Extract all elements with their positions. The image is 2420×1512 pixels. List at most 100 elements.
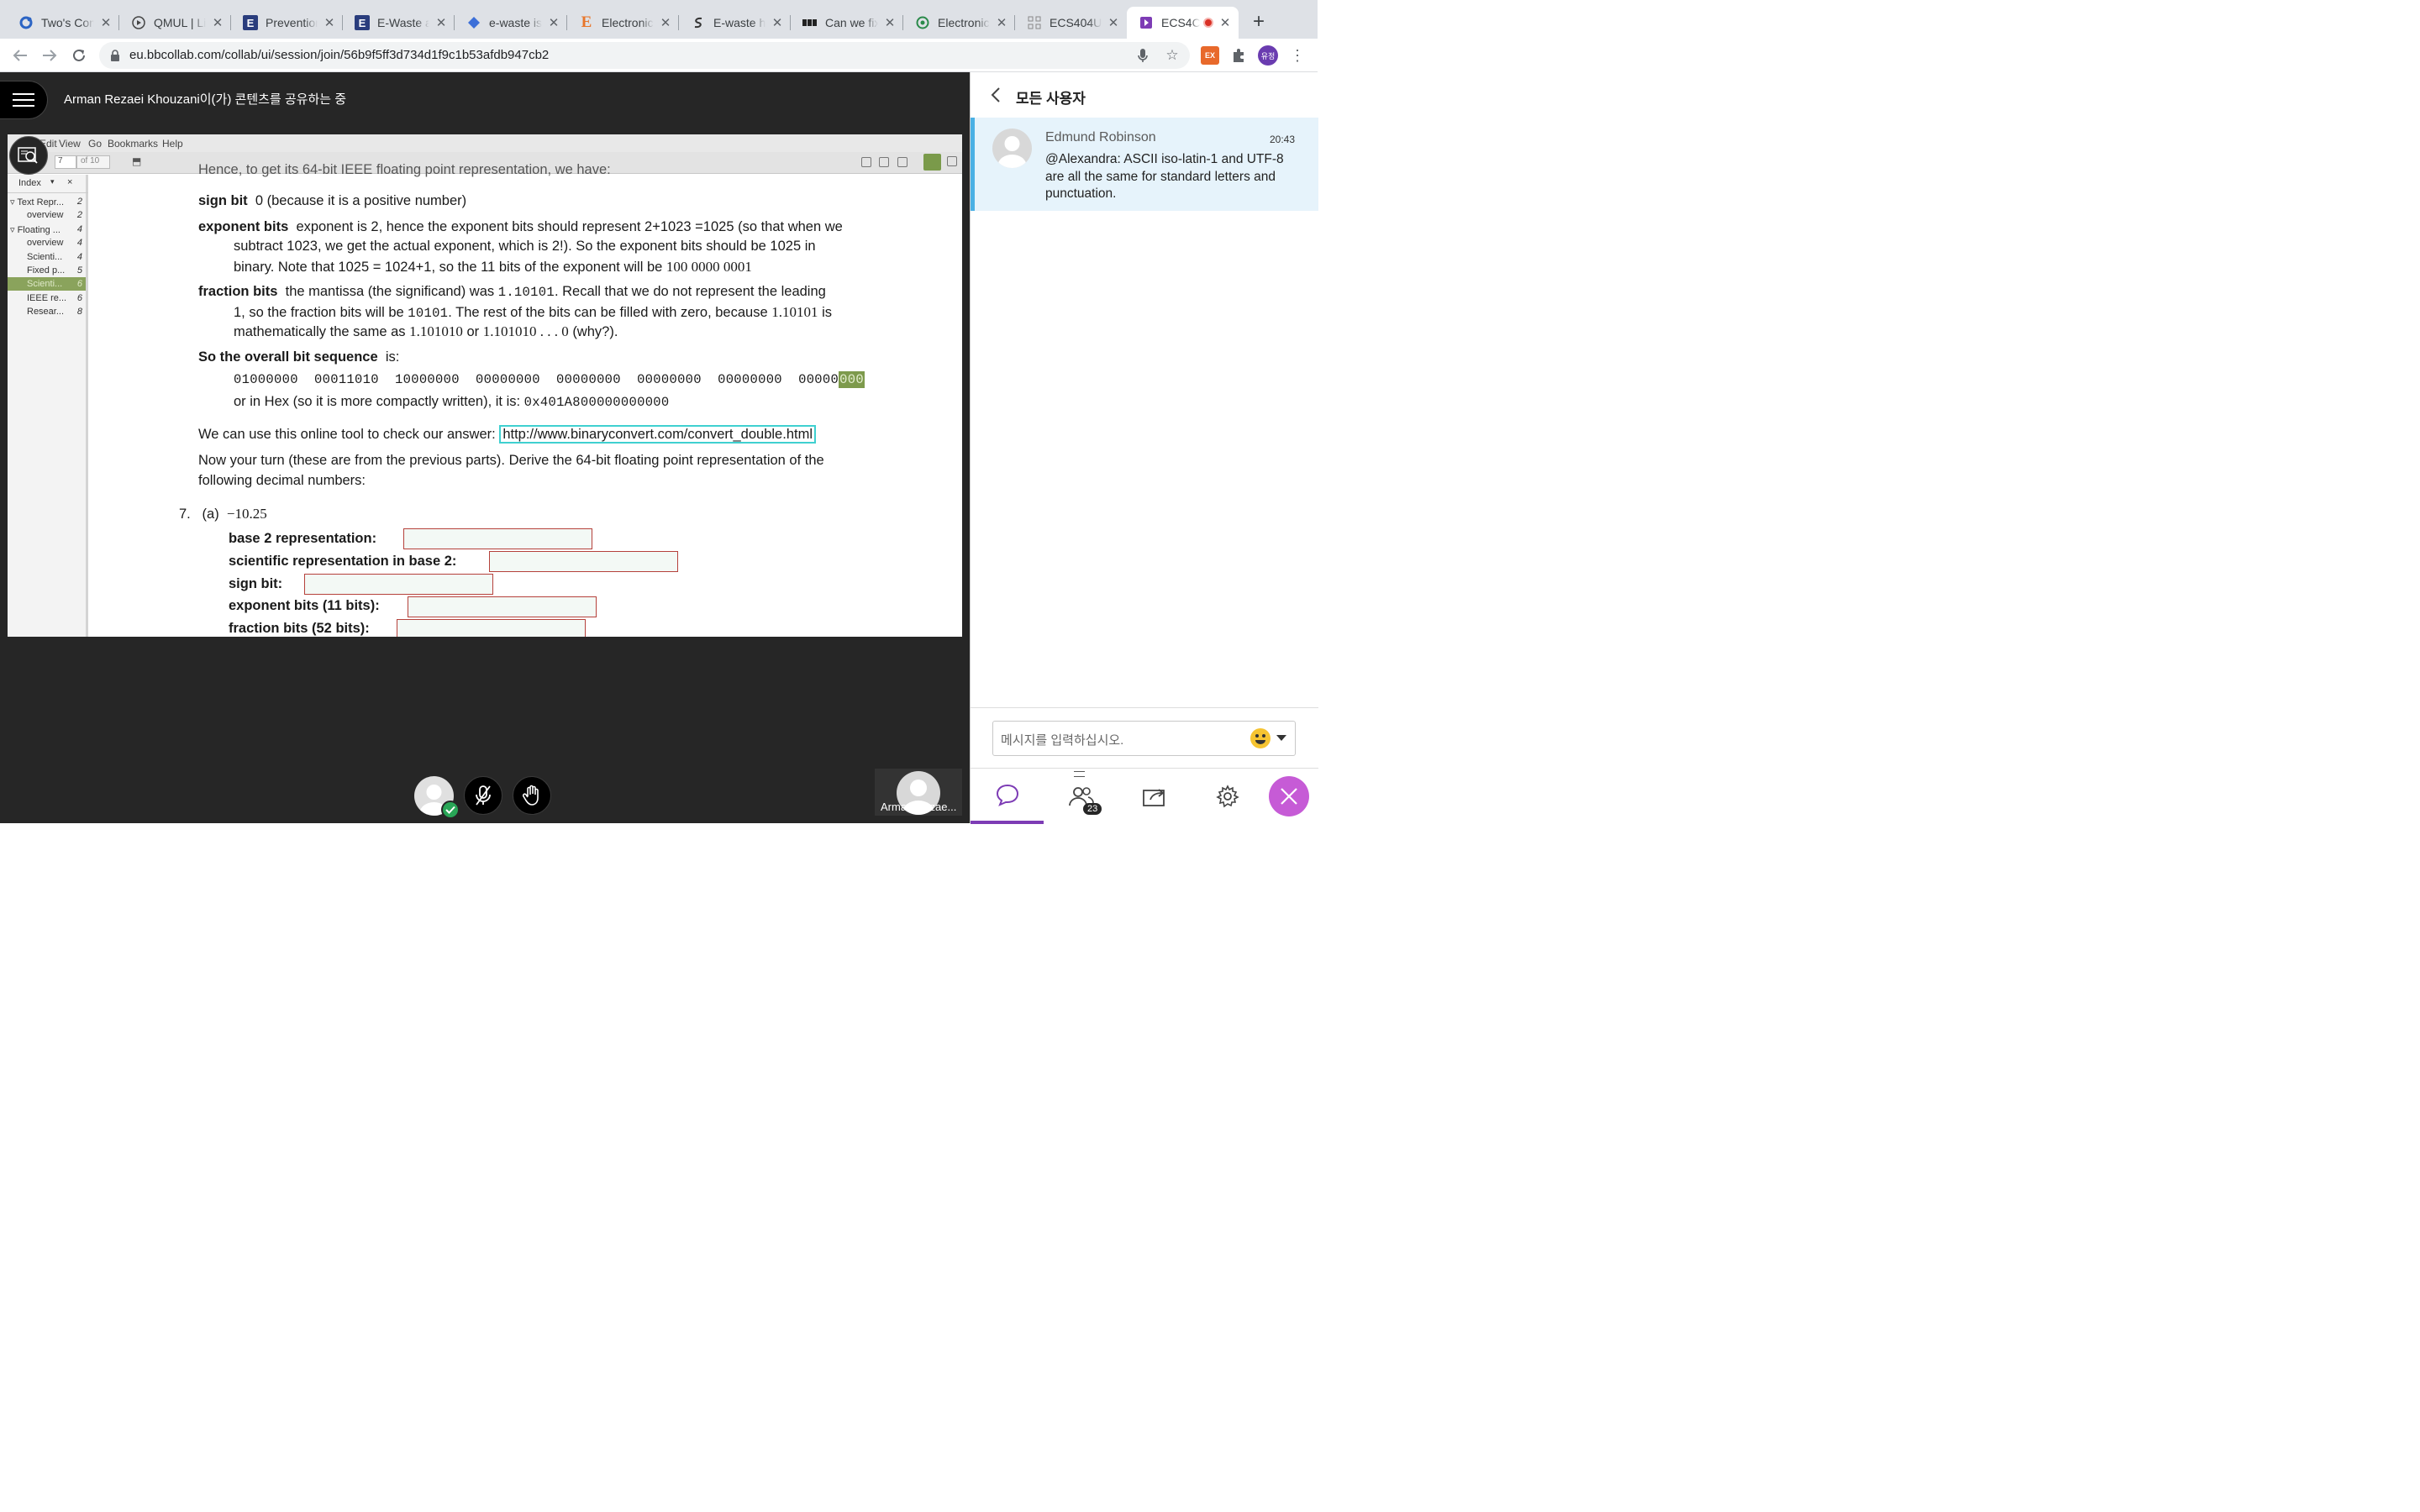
- caret-down-icon[interactable]: [1276, 735, 1286, 741]
- browser-tab[interactable]: E Prevention ✕: [231, 7, 343, 39]
- page-number-input[interactable]: 7: [55, 155, 76, 169]
- tab-title: ECS404U: [1050, 16, 1102, 29]
- index-item[interactable]: IEEE re... 6: [8, 291, 86, 305]
- browser-tab[interactable]: Two's Con ✕: [7, 7, 119, 39]
- sign-bit-answer-field[interactable]: [304, 574, 493, 595]
- browser-toolbar: eu.bbcollab.com/collab/ui/session/join/5…: [0, 39, 1318, 72]
- tab-title: Electronic: [938, 16, 990, 29]
- close-icon[interactable]: ×: [67, 177, 72, 187]
- bit-sequence: 01000000 00011010 10000000 00000000 0000…: [234, 371, 865, 388]
- index-item-selected[interactable]: Scienti... 6: [8, 277, 86, 291]
- tool-line: We can use this online tool to check our…: [198, 425, 816, 444]
- profile-avatar[interactable]: 유정: [1258, 45, 1278, 66]
- zoom-content-button[interactable]: [9, 136, 48, 175]
- message-author: Edmund Robinson: [1045, 130, 1156, 144]
- close-icon[interactable]: ✕: [99, 16, 113, 30]
- field-label: exponent bits (11 bits):: [229, 598, 380, 613]
- browser-tab[interactable]: E E-Waste a ✕: [343, 7, 455, 39]
- close-icon[interactable]: ✕: [771, 16, 784, 30]
- shared-content: Edit View Go Bookmarks Help 7 of 10 ⬒ In…: [8, 134, 962, 637]
- view-single-icon[interactable]: [861, 157, 871, 167]
- close-panel-button[interactable]: [1269, 776, 1309, 816]
- close-icon[interactable]: ✕: [434, 16, 448, 30]
- exponent-para-line: subtract 1023, we get the actual exponen…: [234, 239, 816, 254]
- microphone-icon[interactable]: [1134, 47, 1151, 64]
- browser-tab[interactable]: E-waste h ✕: [679, 7, 791, 39]
- tab-chat[interactable]: [971, 769, 1044, 824]
- cut-off-line: Hence, to get its 64-bit IEEE floating p…: [198, 162, 611, 177]
- more-vert-icon[interactable]: ⋮: [1288, 46, 1307, 65]
- tab-settings[interactable]: [1191, 769, 1264, 824]
- close-icon[interactable]: ✕: [659, 16, 672, 30]
- browser-tab[interactable]: Can we fix ✕: [791, 7, 903, 39]
- menu-item-go[interactable]: Go: [88, 138, 102, 150]
- extension-icon[interactable]: EX: [1201, 46, 1219, 65]
- drag-handle-icon[interactable]: [1074, 771, 1085, 777]
- index-item[interactable]: overview 2: [8, 208, 86, 222]
- session-menu-button[interactable]: [0, 81, 48, 119]
- bbc-icon: [802, 15, 818, 30]
- browser-tab[interactable]: E Electronic ✕: [567, 7, 679, 39]
- menu-item-view[interactable]: View: [59, 138, 81, 150]
- browser-tab[interactable]: Electronic ✕: [903, 7, 1015, 39]
- microphone-muted-button[interactable]: [464, 776, 502, 815]
- close-icon[interactable]: ✕: [883, 16, 897, 30]
- question-heading: 7. (a) −10.25: [179, 506, 267, 522]
- reload-icon[interactable]: [69, 45, 89, 66]
- address-bar[interactable]: eu.bbcollab.com/collab/ui/session/join/5…: [99, 42, 1190, 69]
- converter-link[interactable]: http://www.binaryconvert.com/convert_dou…: [499, 425, 816, 444]
- restore-icon[interactable]: [947, 156, 957, 166]
- new-tab-icon[interactable]: +: [1249, 10, 1269, 33]
- menu-item-bookmarks[interactable]: Bookmarks: [108, 138, 158, 150]
- index-item[interactable]: Fixed p... 5: [8, 264, 86, 277]
- minimize-button[interactable]: [923, 154, 941, 171]
- participants-count-badge: 23: [1083, 803, 1102, 815]
- browser-tab[interactable]: ECS404U ✕: [1015, 7, 1127, 39]
- base2-answer-field[interactable]: [403, 528, 592, 549]
- scientific-answer-field[interactable]: [489, 551, 678, 572]
- view-continuous-icon[interactable]: [897, 157, 908, 167]
- chevron-down-icon[interactable]: ▾: [50, 177, 55, 186]
- close-icon[interactable]: ✕: [323, 16, 336, 30]
- message-text: @Alexandra: ASCII iso-latin-1 and UTF-8 …: [1045, 152, 1284, 201]
- overall-heading: So the overall bit sequence is:: [198, 349, 400, 365]
- index-item[interactable]: overview 4: [8, 236, 86, 249]
- pdf-menubar: Edit View Go Bookmarks Help: [8, 134, 962, 152]
- menu-item-help[interactable]: Help: [162, 138, 183, 150]
- index-item[interactable]: Resear... 8: [8, 305, 86, 318]
- close-icon[interactable]: ✕: [1107, 16, 1120, 30]
- fraction-answer-field[interactable]: [397, 619, 586, 637]
- index-item[interactable]: Scienti... 4: [8, 250, 86, 264]
- browser-tab[interactable]: QMUL | Li ✕: [119, 7, 231, 39]
- tab-share-content[interactable]: [1118, 769, 1192, 824]
- emoji-icon[interactable]: [1250, 728, 1270, 748]
- print-icon[interactable]: ⬒: [132, 155, 141, 167]
- index-label[interactable]: Index: [18, 178, 41, 188]
- back-chevron-icon[interactable]: [991, 87, 1001, 108]
- close-icon: [1281, 788, 1297, 805]
- browser-tab-active[interactable]: ECS4C ✕: [1127, 7, 1239, 39]
- bookmark-star-icon[interactable]: ☆: [1164, 47, 1181, 64]
- sign-bit-para: sign bit 0 (because it is a positive num…: [198, 193, 467, 208]
- chat-title: 모든 사용자: [1016, 91, 1086, 107]
- exponent-para-line: exponent bits exponent is 2, hence the e…: [198, 219, 843, 234]
- browser-tab[interactable]: e-waste is ✕: [455, 7, 567, 39]
- close-icon[interactable]: ✕: [995, 16, 1008, 30]
- index-item[interactable]: ▿ Text Repr... 2: [8, 195, 86, 208]
- sharing-title: Arman Rezaei Khouzani이(가) 콘텐츠를 공유하는 중: [64, 92, 347, 107]
- view-double-icon[interactable]: [879, 157, 889, 167]
- close-icon[interactable]: ✕: [1218, 16, 1232, 30]
- raise-hand-button[interactable]: [513, 776, 551, 815]
- tab-title: Two's Con: [41, 16, 94, 29]
- puzzle-icon[interactable]: [1229, 46, 1248, 65]
- presenter-tile[interactable]: Arman Rezae...: [875, 769, 962, 816]
- index-item[interactable]: ▿ Floating ... 4: [8, 223, 86, 236]
- exponent-answer-field[interactable]: [408, 596, 597, 617]
- hex-line: or in Hex (so it is more compactly writt…: [234, 394, 670, 410]
- close-icon[interactable]: ✕: [547, 16, 560, 30]
- tab-title: Prevention: [266, 16, 318, 29]
- index-header: Index ▾ ×: [8, 175, 88, 193]
- close-icon[interactable]: ✕: [211, 16, 224, 30]
- back-icon[interactable]: [10, 45, 30, 66]
- forward-icon[interactable]: [39, 45, 60, 66]
